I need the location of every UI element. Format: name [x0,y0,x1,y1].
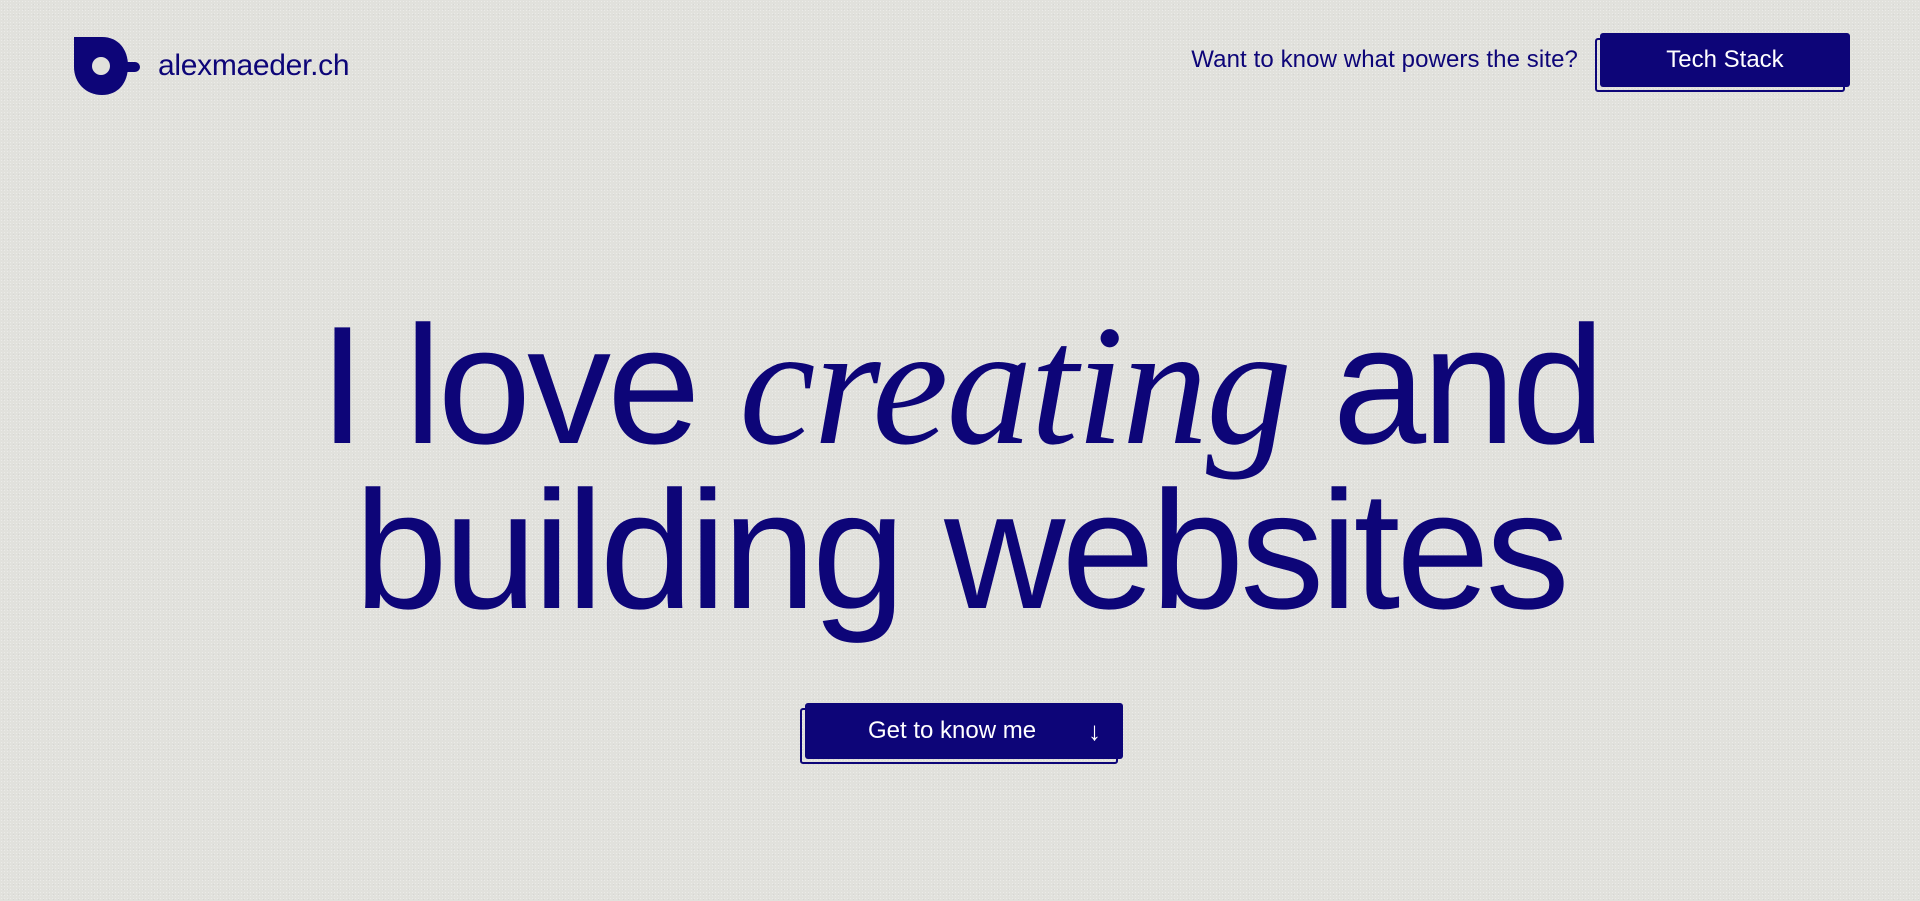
brand-name: alexmaeder.ch [158,49,350,82]
cta-container: Get to know me ↓ [800,703,1123,764]
tech-stack-button-face: Tech Stack [1600,33,1850,87]
hero-line-1: I love creating and [0,300,1920,472]
hero-text-after: and [1332,291,1605,479]
tech-stack-question: Want to know what powers the site? [1191,46,1578,73]
cta-button-face: Get to know me ↓ [805,703,1123,759]
hero-line-2: building websites [354,456,1569,644]
brand-link[interactable]: alexmaeder.ch [74,37,350,95]
get-to-know-me-button[interactable]: Get to know me ↓ [800,703,1123,764]
tech-stack-button-label: Tech Stack [1666,46,1784,73]
site-header: alexmaeder.ch Want to know what powers t… [0,0,1920,130]
brand-logo-icon [74,37,140,95]
hero-heading: I love creating and building websites [0,300,1920,634]
arrow-down-icon: ↓ [1088,716,1101,746]
hero-text-before: I love [318,291,701,479]
tech-stack-button[interactable]: Tech Stack [1595,33,1850,92]
header-nav: Want to know what powers the site? Tech … [1191,33,1850,92]
hero-text-italic: creating [739,291,1292,481]
cta-button-label: Get to know me [868,717,1037,744]
